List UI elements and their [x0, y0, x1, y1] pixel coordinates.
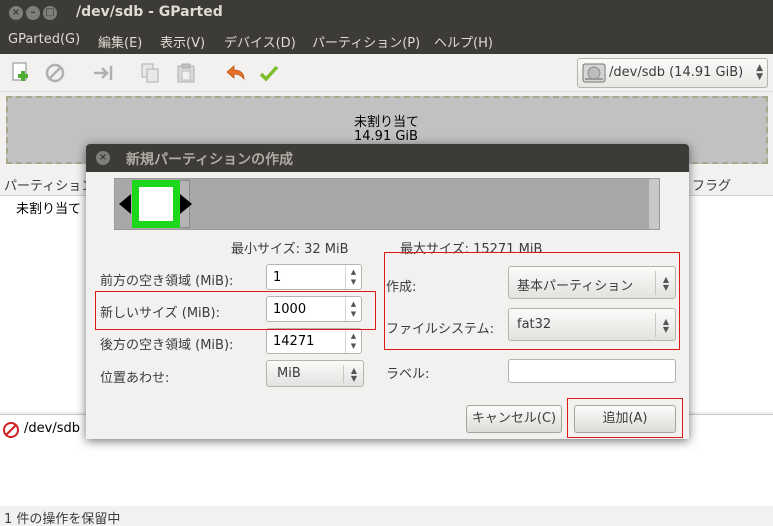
status-text: 1 件の操作を保留中: [4, 512, 121, 526]
new-size-value: 1000: [273, 302, 307, 317]
unallocated-size: 14.91 GiB: [354, 129, 418, 144]
copy-icon[interactable]: [139, 62, 161, 84]
error-icon: [3, 422, 19, 442]
label-field[interactable]: [508, 359, 676, 383]
chevron-updown-icon: ▲ ▼: [756, 63, 763, 82]
menu-edit[interactable]: 編集(E): [98, 32, 142, 51]
dialog-title: 新規パーティションの作成: [126, 152, 294, 168]
close-icon[interactable]: ×: [9, 6, 23, 20]
filesystem-combo[interactable]: fat32 ▲ ▼: [508, 308, 676, 341]
menu-help[interactable]: ヘルプ(H): [434, 32, 493, 51]
new-partition-dialog: × 新規パーティションの作成 最小サイズ: 32 MiB 最大サイズ: 1527…: [86, 144, 689, 439]
menu-device[interactable]: デバイス(D): [224, 32, 296, 51]
spin-arrows-icon[interactable]: ▲ ▼: [345, 297, 361, 321]
align-label: 位置あわせ:: [100, 371, 170, 386]
filesystem-label: ファイルシステム:: [386, 322, 494, 337]
device-label: /dev/sdb (14.91 GiB): [609, 65, 744, 80]
maximize-icon[interactable]: □: [43, 6, 57, 20]
right-resize-handle-icon[interactable]: [180, 194, 192, 214]
operation-item[interactable]: /dev/sdb: [24, 421, 80, 436]
chevron-updown-icon: ▲ ▼: [350, 366, 358, 383]
menu-partition[interactable]: パーティション(P): [312, 32, 420, 51]
apply-icon[interactable]: [258, 62, 280, 84]
list-item[interactable]: 未割り当て: [16, 198, 81, 217]
left-resize-handle-icon[interactable]: [119, 194, 131, 214]
free-after-label: 後方の空き領域 (MiB):: [100, 338, 234, 353]
device-selector[interactable]: /dev/sdb (14.91 GiB) ▲ ▼: [577, 58, 768, 88]
chevron-updown-icon: ▲ ▼: [662, 317, 670, 334]
column-flags[interactable]: フラグ: [692, 175, 731, 194]
free-after-field[interactable]: 14271 ▲ ▼: [266, 328, 362, 354]
spin-arrows-icon[interactable]: ▲ ▼: [345, 329, 361, 353]
new-size-field[interactable]: 1000 ▲ ▼: [266, 296, 362, 322]
chevron-updown-icon: ▲ ▼: [662, 275, 670, 292]
free-before-label: 前方の空き領域 (MiB):: [100, 274, 234, 289]
resize-move-icon[interactable]: [93, 62, 115, 84]
close-icon[interactable]: ×: [96, 151, 110, 165]
resizer-track-end: [649, 179, 659, 229]
create-as-label: 作成:: [386, 280, 417, 295]
column-partition[interactable]: パーティション: [4, 175, 94, 194]
partition-resizer[interactable]: [114, 178, 660, 230]
max-size-label: 最大サイズ: 15271 MiB: [400, 242, 543, 257]
unallocated-label: 未割り当て: [354, 115, 420, 130]
new-partition-icon[interactable]: [10, 62, 32, 84]
min-size-label: 最小サイズ: 32 MiB: [231, 242, 349, 257]
free-before-value: 1: [273, 270, 282, 285]
partition-used-area: [139, 187, 173, 221]
toolbar: /dev/sdb (14.91 GiB) ▲ ▼: [0, 54, 773, 92]
label-label: ラベル:: [386, 367, 430, 382]
add-button[interactable]: 追加(A): [574, 405, 676, 433]
delete-icon[interactable]: [44, 62, 66, 84]
cancel-button[interactable]: キャンセル(C): [466, 405, 562, 433]
menu-gparted[interactable]: GParted(G): [8, 32, 80, 47]
status-bar: 1 件の操作を保留中: [0, 506, 773, 526]
minimize-icon[interactable]: –: [26, 6, 40, 20]
undo-icon[interactable]: [224, 62, 246, 84]
free-after-value: 14271: [273, 334, 315, 349]
new-size-label: 新しいサイズ (MiB):: [100, 306, 221, 321]
spin-arrows-icon[interactable]: ▲ ▼: [345, 265, 361, 289]
menu-view[interactable]: 表示(V): [160, 32, 205, 51]
filesystem-value: fat32: [517, 317, 552, 332]
align-value: MiB: [277, 366, 301, 381]
disk-icon: [582, 62, 606, 84]
paste-icon[interactable]: [175, 62, 197, 84]
create-as-combo[interactable]: 基本パーティション ▲ ▼: [508, 266, 676, 299]
title-bar: × – □ /dev/sdb - GParted: [0, 0, 773, 26]
align-combo[interactable]: MiB ▲ ▼: [266, 360, 364, 387]
menu-bar: GParted(G) 編集(E) 表示(V) デバイス(D) パーティション(P…: [0, 26, 773, 54]
window-title: /dev/sdb - GParted: [76, 4, 223, 20]
dialog-title-bar: × 新規パーティションの作成: [86, 144, 689, 172]
create-as-value: 基本パーティション: [517, 279, 634, 294]
free-before-field[interactable]: 1 ▲ ▼: [266, 264, 362, 290]
